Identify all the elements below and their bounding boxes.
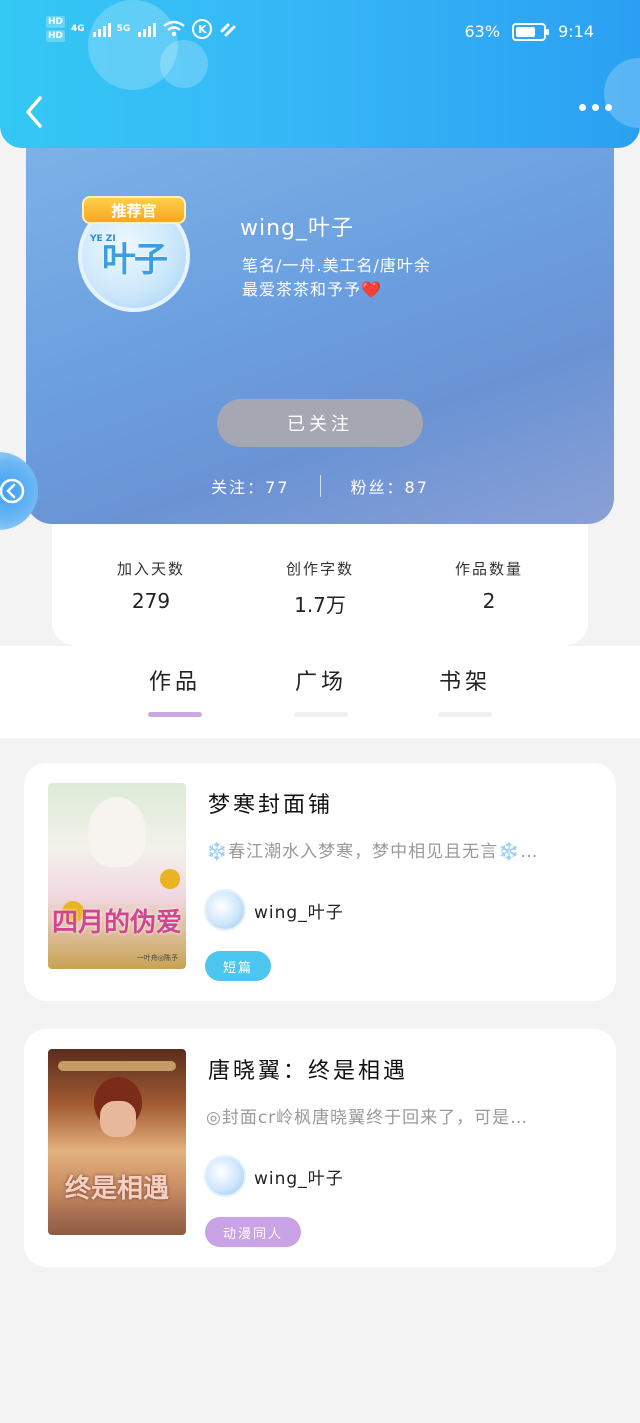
stat-value: 1.7万 <box>294 593 346 617</box>
following-label: 关注： <box>211 478 266 497</box>
work-card[interactable]: 终是相遇 唐晓翼：终是相遇 ◎封面cr岭枫唐晓翼终于回来了，可是… wing_叶… <box>24 1029 616 1267</box>
signal-icon <box>92 21 111 37</box>
tab-bar: 作品 广场 书架 <box>0 664 640 724</box>
following-value: 77 <box>265 478 290 497</box>
stat-label: 加入天数 <box>116 560 185 578</box>
profile-bio: 笔名/一舟.美工名/唐叶余 最爱茶茶和予予❤️ <box>242 254 431 302</box>
network-5g-label: 5G <box>116 24 131 34</box>
tab-square[interactable]: 广场 <box>276 664 366 717</box>
stat-join-days: 加入天数 279 <box>76 558 226 646</box>
link-icon <box>220 23 236 37</box>
avatar-caption: YE ZI <box>90 234 116 244</box>
follow-button[interactable]: 已关注 <box>217 399 423 447</box>
battery-percent: 63% <box>464 22 501 41</box>
signal-icon-2 <box>138 21 157 37</box>
chevron-left-circle-icon <box>0 478 25 504</box>
work-author[interactable]: wing_叶子 <box>204 889 344 931</box>
work-author[interactable]: wing_叶子 <box>204 1155 344 1197</box>
hd-label-2: HD <box>46 30 66 42</box>
following-count[interactable]: 关注：77 <box>211 474 289 498</box>
more-button[interactable] <box>579 104 612 111</box>
wifi-icon <box>163 20 186 37</box>
work-tag[interactable]: 动漫同人 <box>205 1217 302 1247</box>
fans-count[interactable]: 粉丝：87 <box>351 474 429 498</box>
profile-card: 叶子 YE ZI 推荐官 wing_叶子 笔名/一舟.美工名/唐叶余 最爱茶茶和… <box>26 124 614 524</box>
stat-value: 2 <box>482 589 496 613</box>
author-name: wing_叶子 <box>254 902 344 923</box>
stat-works-count: 作品数量 2 <box>414 558 564 646</box>
work-tag[interactable]: 短篇 <box>205 951 272 981</box>
tab-label: 广场 <box>294 670 347 695</box>
k-app-icon: K <box>192 19 213 39</box>
stat-label: 作品数量 <box>454 560 523 578</box>
recommender-badge: 推荐官 <box>82 196 186 224</box>
more-dot <box>592 104 599 111</box>
cover-title: 四月的伪爱 <box>51 908 182 938</box>
work-title: 梦寒封面铺 <box>208 793 334 818</box>
profile-username: wing_叶子 <box>240 216 355 241</box>
network-4g-label: 4G <box>71 24 85 34</box>
stat-label: 创作字数 <box>285 560 354 578</box>
work-title: 唐晓翼：终是相遇 <box>208 1059 409 1084</box>
tab-works[interactable]: 作品 <box>130 664 220 717</box>
author-name: wing_叶子 <box>254 1168 344 1189</box>
divider <box>319 475 321 497</box>
stat-value: 279 <box>131 589 171 613</box>
tab-indicator <box>438 712 492 717</box>
cover-subtitle: 一叶舟◎陈予 <box>136 954 178 962</box>
status-bar: HD HD 4G 5G K 63% 9:14 <box>0 16 640 50</box>
back-button[interactable] <box>18 92 54 132</box>
more-dot <box>605 104 612 111</box>
tab-bookshelf[interactable]: 书架 <box>420 664 510 717</box>
hd-label-1: HD <box>46 16 66 28</box>
tab-label: 作品 <box>148 670 201 695</box>
tab-label: 书架 <box>438 670 491 695</box>
work-card[interactable]: 四月的伪爱 一叶舟◎陈予 梦寒封面铺 ❄️春江潮水入梦寒，梦中相见且无言❄️… … <box>24 763 616 1001</box>
chevron-left-icon <box>26 96 42 128</box>
tab-indicator <box>294 712 348 717</box>
profile-avatar[interactable]: 叶子 YE ZI 推荐官 <box>78 196 190 312</box>
clock: 9:14 <box>558 22 594 41</box>
fans-value: 87 <box>404 478 429 497</box>
bio-line-1: 笔名/一舟.美工名/唐叶余 <box>242 256 431 275</box>
more-dot <box>579 104 586 111</box>
work-description: ◎封面cr岭枫唐晓翼终于回来了，可是… <box>206 1108 529 1128</box>
tab-indicator <box>148 712 202 717</box>
battery-icon <box>512 22 550 41</box>
cover-title: 终是相遇 <box>64 1174 169 1204</box>
fans-label: 粉丝： <box>350 478 405 497</box>
stat-word-count: 创作字数 1.7万 <box>245 558 395 646</box>
work-cover: 四月的伪爱 一叶舟◎陈予 <box>48 783 186 969</box>
author-avatar <box>204 889 246 931</box>
follow-counts: 关注：77 粉丝：87 <box>26 474 614 498</box>
author-avatar <box>204 1155 246 1197</box>
hd-indicator: HD HD <box>46 16 66 42</box>
work-cover: 终是相遇 <box>48 1049 186 1235</box>
bio-line-2: 最爱茶茶和予予❤️ <box>242 280 382 299</box>
work-description: ❄️春江潮水入梦寒，梦中相见且无言❄️… <box>206 842 539 862</box>
